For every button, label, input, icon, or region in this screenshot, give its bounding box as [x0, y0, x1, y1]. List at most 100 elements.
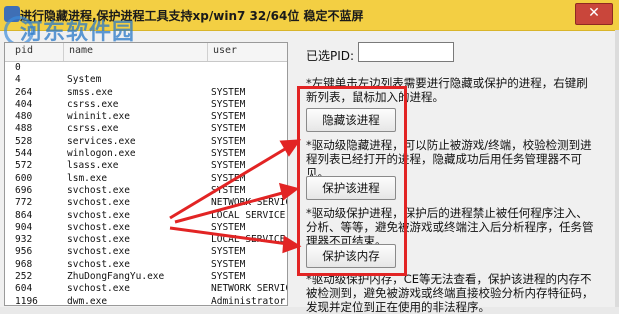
cell-user: LOCAL SERVICE: [211, 209, 286, 221]
cell-name: svchost.exe: [67, 283, 130, 295]
cell-name: smss.exe: [67, 86, 113, 98]
cell-pid: 968: [15, 258, 33, 270]
window-title: 进行隐藏进程,保护进程工具支持xp/win7 32/64位 稳定不蓝屏: [20, 9, 364, 23]
table-row[interactable]: 772 svchost.exe NETWORK SERVIC: [5, 197, 287, 209]
table-row[interactable]: 528 services.exe SYSTEM: [5, 136, 287, 148]
cell-user: SYSTEM: [211, 148, 246, 160]
cell-name: ZhuDongFangYu.exe: [67, 271, 165, 283]
cell-name: svchost.exe: [67, 221, 130, 233]
hide-description: *驱动级隐藏进程，可以防止被游戏/终端，校验检测到进程列表已经打开的进程，隐藏成…: [306, 138, 592, 180]
table-row[interactable]: 864 svchost.exe LOCAL SERVICE: [5, 210, 287, 222]
table-row[interactable]: 264 smss.exe SYSTEM: [5, 87, 287, 99]
cell-name: csrss.exe: [67, 98, 119, 110]
table-row[interactable]: 0: [5, 62, 287, 74]
cell-user: SYSTEM: [211, 172, 246, 184]
close-button[interactable]: ✕: [575, 3, 613, 25]
table-row[interactable]: 604 svchost.exe NETWORK SERVIC: [5, 283, 287, 295]
cell-user: SYSTEM: [211, 111, 246, 123]
cell-user: SYSTEM: [211, 135, 246, 147]
column-header-pid[interactable]: pid: [15, 45, 33, 56]
cell-pid: 604: [15, 283, 33, 295]
cell-name: svchost.exe: [67, 197, 130, 209]
cell-user: SYSTEM: [211, 123, 246, 135]
cell-name: svchost.exe: [67, 184, 130, 196]
cell-pid: 932: [15, 234, 33, 246]
cell-name: svchost.exe: [67, 258, 130, 270]
table-row[interactable]: 572 lsass.exe SYSTEM: [5, 160, 287, 172]
cell-name: lsm.exe: [67, 172, 108, 184]
cell-pid: 252: [15, 271, 33, 283]
cell-pid: 264: [15, 86, 33, 98]
cell-pid: 0: [15, 62, 21, 73]
column-separator[interactable]: [207, 43, 208, 61]
cell-pid: 4: [15, 74, 21, 86]
hide-process-button[interactable]: 隐藏该进程: [306, 108, 396, 132]
cell-user: SYSTEM: [211, 246, 246, 258]
cell-user: NETWORK SERVIC: [211, 197, 287, 209]
cell-name: dwm.exe: [67, 295, 108, 306]
column-separator[interactable]: [63, 43, 64, 61]
table-row[interactable]: 968 svchost.exe SYSTEM: [5, 259, 287, 271]
table-row[interactable]: 1196 dwm.exe Administrator: [5, 295, 287, 306]
title-bar[interactable]: 进行隐藏进程,保护进程工具支持xp/win7 32/64位 稳定不蓝屏 ✕: [0, 0, 619, 31]
table-row[interactable]: 696 svchost.exe SYSTEM: [5, 185, 287, 197]
cell-user: NETWORK SERVIC: [211, 283, 287, 295]
table-row[interactable]: 600 lsm.exe SYSTEM: [5, 173, 287, 185]
column-header-user[interactable]: user: [213, 45, 237, 56]
cell-pid: 864: [15, 209, 33, 221]
cell-user: SYSTEM: [211, 98, 246, 110]
cell-pid: 404: [15, 98, 33, 110]
cell-pid: 600: [15, 172, 33, 184]
cell-name: services.exe: [67, 135, 136, 147]
cell-pid: 1196: [15, 295, 38, 306]
cell-name: wininit.exe: [67, 111, 130, 123]
window-edge: [615, 30, 619, 307]
table-row[interactable]: 488 csrss.exe SYSTEM: [5, 123, 287, 135]
cell-name: csrss.exe: [67, 123, 119, 135]
cell-user: SYSTEM: [211, 184, 246, 196]
cell-user: SYSTEM: [211, 160, 246, 172]
selected-pid-label: 已选PID:: [306, 49, 355, 63]
cell-name: svchost.exe: [67, 209, 130, 221]
protect-memory-button[interactable]: 保护该内存: [306, 244, 396, 268]
process-rows: 0 4 System 264 smss.exe SYSTEM 404 csrss.exe…: [5, 62, 287, 306]
cell-pid: 544: [15, 148, 33, 160]
cell-pid: 572: [15, 160, 33, 172]
cell-name: svchost.exe: [67, 234, 130, 246]
app-window: 进行隐藏进程,保护进程工具支持xp/win7 32/64位 稳定不蓝屏 ✕ 河东…: [0, 0, 619, 314]
cell-user: SYSTEM: [211, 86, 246, 98]
cell-user: SYSTEM: [211, 221, 246, 233]
process-list-header: pid name user: [5, 43, 287, 62]
table-row[interactable]: 544 winlogon.exe SYSTEM: [5, 148, 287, 160]
protect-description: *驱动级保护进程，保护后的进程禁止被任何程序注入、分析、等等，避免被游戏或终端注…: [306, 206, 594, 248]
cell-user: SYSTEM: [211, 258, 246, 270]
cell-pid: 904: [15, 221, 33, 233]
cell-user: SYSTEM: [211, 271, 246, 283]
cell-name: System: [67, 74, 102, 86]
app-icon: [4, 6, 20, 22]
cell-user: Administrator: [211, 295, 286, 306]
table-row[interactable]: 404 csrss.exe SYSTEM: [5, 99, 287, 111]
cell-name: winlogon.exe: [67, 148, 136, 160]
memory-description: *驱动级保护内存，CE等无法查看，保护该进程的内存不被检测到，避免被游戏或终端直…: [306, 272, 594, 314]
table-row[interactable]: 956 svchost.exe SYSTEM: [5, 246, 287, 258]
table-row[interactable]: 252 ZhuDongFangYu.exe SYSTEM: [5, 271, 287, 283]
process-list[interactable]: pid name user 0 4 System 264 smss.exe SYSTE…: [4, 42, 288, 306]
protect-process-button[interactable]: 保护该进程: [306, 176, 396, 200]
table-row[interactable]: 480 wininit.exe SYSTEM: [5, 111, 287, 123]
cell-pid: 772: [15, 197, 33, 209]
cell-pid: 528: [15, 135, 33, 147]
cell-pid: 488: [15, 123, 33, 135]
cell-name: svchost.exe: [67, 246, 130, 258]
table-row[interactable]: 904 svchost.exe SYSTEM: [5, 222, 287, 234]
cell-pid: 956: [15, 246, 33, 258]
table-row[interactable]: 4 System: [5, 74, 287, 86]
selected-pid-field[interactable]: [358, 42, 454, 62]
hide-description-top: *左键单击左边列表需要进行隐藏或保护的进程，右键刷新列表，鼠标加入的进程。: [306, 76, 588, 104]
cell-name: lsass.exe: [67, 160, 119, 172]
table-row[interactable]: 932 svchost.exe LOCAL SERVICE: [5, 234, 287, 246]
column-header-name[interactable]: name: [69, 45, 93, 56]
cell-user: LOCAL SERVICE: [211, 234, 286, 246]
cell-pid: 480: [15, 111, 33, 123]
cell-pid: 696: [15, 184, 33, 196]
